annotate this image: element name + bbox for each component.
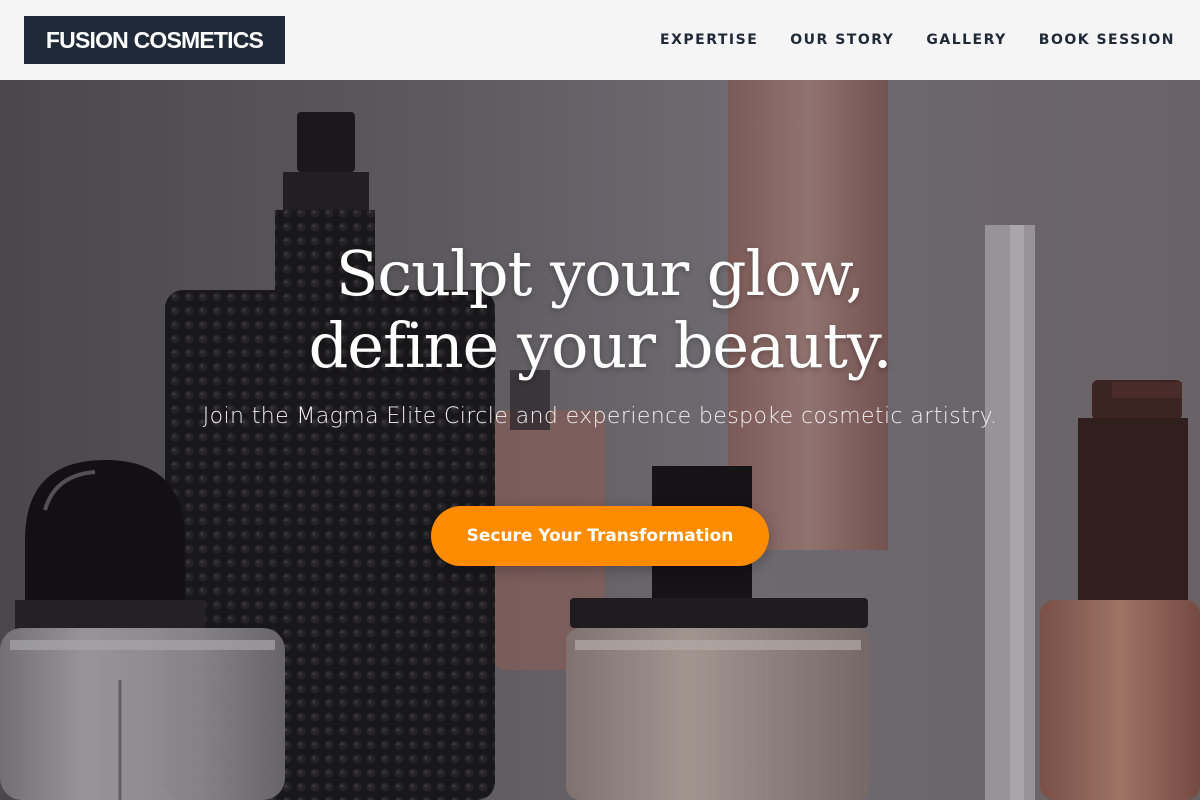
site-header: FUSION COSMETICS EXPERTISE OUR STORY GAL… [0, 0, 1200, 80]
hero-headline-line2: define your beauty. [308, 309, 893, 382]
hero-subtext: Join the Magma Elite Circle and experien… [202, 404, 998, 429]
nav-item-gallery[interactable]: GALLERY [926, 32, 1006, 48]
hero-content: Sculpt your glow, define your beauty. Jo… [0, 80, 1200, 800]
main-nav: EXPERTISE OUR STORY GALLERY BOOK SESSION [660, 0, 1175, 80]
hero-section: Sculpt your glow, define your beauty. Jo… [0, 80, 1200, 800]
hero-headline: Sculpt your glow, define your beauty. [150, 238, 1050, 382]
nav-item-our-story[interactable]: OUR STORY [790, 32, 894, 48]
secure-transformation-button[interactable]: Secure Your Transformation [431, 506, 769, 566]
hero-headline-line1: Sculpt your glow, [335, 237, 865, 310]
nav-item-book-session[interactable]: BOOK SESSION [1039, 32, 1175, 48]
nav-item-expertise[interactable]: EXPERTISE [660, 32, 758, 48]
logo[interactable]: FUSION COSMETICS [24, 16, 285, 64]
